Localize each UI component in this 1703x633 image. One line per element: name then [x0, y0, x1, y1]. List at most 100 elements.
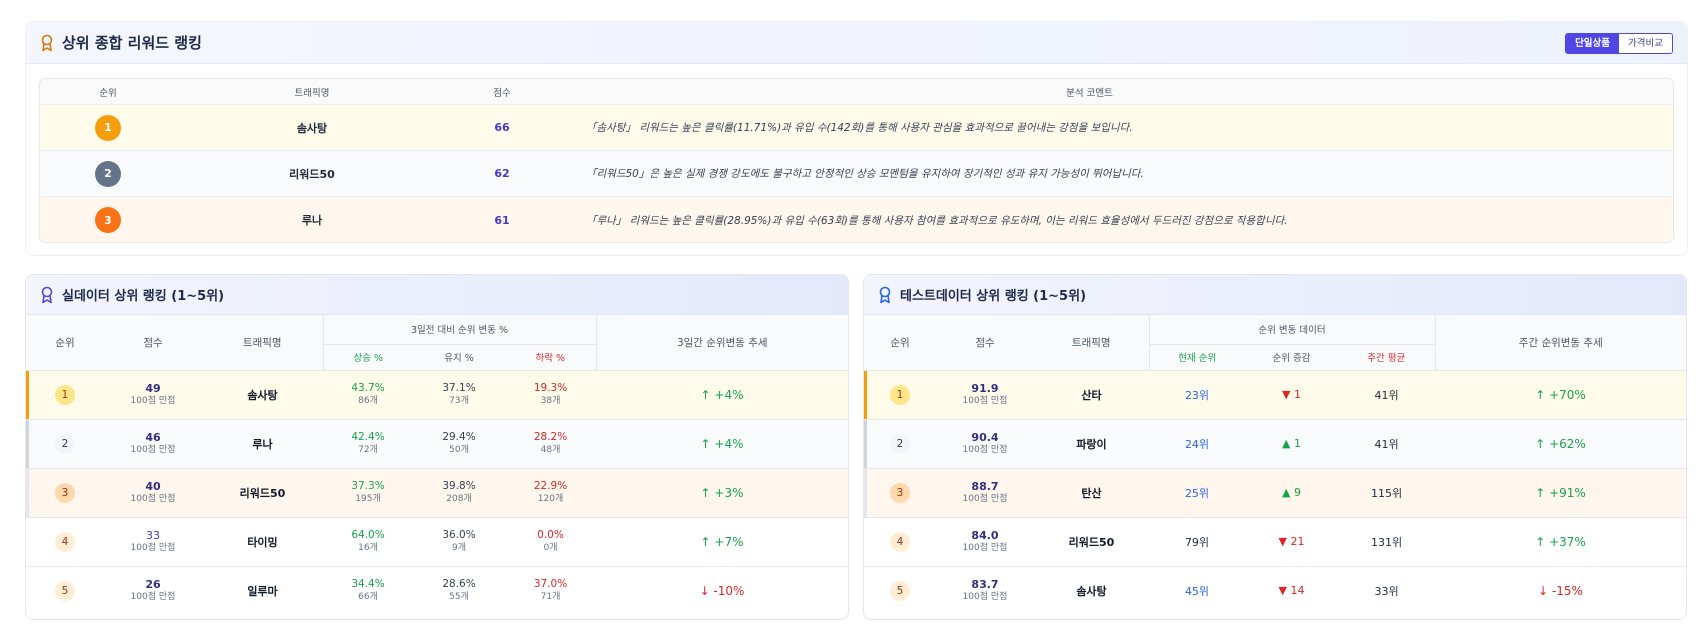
- table-row: 3 40 100점 만점 리워드50 37.3% 195개 39.8% 208개 22…: [26, 468, 848, 517]
- traffic-name: 솜사탕: [1076, 584, 1107, 598]
- table-row: 2 90.4 100점 만점 파랑이 24위 ▲ 1 41위 ↑ +62%: [864, 419, 1686, 468]
- score-sub: 100점 만점: [130, 396, 176, 406]
- keep-pct: 39.8%: [442, 480, 476, 492]
- score-value: 88.7: [971, 480, 999, 493]
- trend-value: ↓ -15%: [1538, 583, 1583, 598]
- header-trend: 3일간 순위변동 추세: [596, 315, 848, 370]
- keep-count: 208개: [446, 494, 472, 504]
- rank-badge: 3: [55, 482, 75, 503]
- score-sub: 100점 만점: [130, 543, 176, 553]
- real-data-table: 순위 점수 트래픽명 3일전 대비 순위 변동 % 3일간 순위변동 추세 상승…: [26, 315, 848, 615]
- header-score: 점수: [493, 87, 511, 99]
- toggle-price-compare-button[interactable]: 가격비교: [1619, 34, 1672, 53]
- score-value: 40: [145, 480, 161, 493]
- trend-value: ↑ +91%: [1535, 485, 1586, 500]
- keep-pct: 37.1%: [442, 382, 476, 394]
- table-row: 5 26 100점 만점 일루마 34.4% 66개 28.6% 55개 37.0% 7…: [26, 566, 848, 615]
- rank-badge: 3: [890, 482, 910, 503]
- header-down: 하락 %: [505, 344, 597, 370]
- up-count: 72개: [358, 445, 378, 455]
- traffic-name: 리워드50: [1068, 535, 1115, 549]
- up-pct: 42.4%: [351, 431, 385, 443]
- table-row: 1 91.9 100점 만점 산타 23위 ▼ 1 41위 ↑ +70%: [864, 370, 1686, 419]
- trend-value: ↑ +4%: [700, 436, 744, 451]
- rank-badge: 5: [55, 580, 75, 601]
- score-value: 26: [145, 578, 161, 592]
- header-name: 트래픽명: [1034, 315, 1149, 370]
- trend-value: ↑ +3%: [700, 485, 744, 500]
- rank-change: ▼ 21: [1278, 535, 1305, 548]
- header-rank: 순위: [864, 315, 936, 370]
- up-count: 86개: [358, 396, 378, 406]
- up-pct: 34.4%: [351, 578, 385, 591]
- weekly-avg: 41위: [1374, 437, 1399, 451]
- down-pct: 22.9%: [533, 480, 568, 492]
- top-ranking-row: 2 리워드50 62 「리워드50」은 높은 실제 경쟁 강도에도 불구하고 안…: [40, 151, 1673, 197]
- keep-pct: 28.6%: [442, 578, 476, 591]
- rank-change: ▲ 9: [1282, 486, 1301, 499]
- header-name: 트래픽명: [294, 87, 330, 99]
- score-sub: 100점 만점: [962, 543, 1008, 553]
- traffic-name: 산타: [1081, 388, 1102, 402]
- score-value: 90.4: [971, 431, 999, 444]
- score-value: 66: [494, 121, 510, 134]
- analysis-comment: 「루나」 리워드는 높은 클릭률(28.95%)과 유입 수(63회)를 통해 …: [586, 214, 1288, 227]
- traffic-name: 파랑이: [1076, 437, 1107, 451]
- panel-title: 테스트데이터 상위 랭킹 (1~5위): [900, 289, 1087, 304]
- header-comment: 분석 코멘트: [1066, 87, 1113, 99]
- top-ranking-row: 1 솜사탕 66 「솜사탕」 리워드는 높은 클릭률(11.71%)과 유입 수…: [40, 105, 1673, 151]
- traffic-name: 리워드50: [239, 486, 286, 500]
- current-rank: 25위: [1184, 486, 1210, 500]
- score-sub: 100점 만점: [130, 494, 176, 504]
- header-group-change: 3일전 대비 순위 변동 %: [322, 315, 597, 345]
- down-count: 71개: [540, 592, 561, 603]
- down-pct: 19.3%: [533, 382, 568, 394]
- score-value: 46: [145, 431, 161, 444]
- score-value: 33: [146, 529, 160, 542]
- table-row: 2 46 100점 만점 루나 42.4% 72개 29.4% 50개 28.2% 48…: [26, 419, 848, 468]
- rank-badge: 4: [55, 531, 75, 552]
- score-sub: 100점 만점: [962, 396, 1008, 406]
- view-toggle: 단일상품 가격비교: [1565, 33, 1673, 54]
- toggle-single-product-button[interactable]: 단일상품: [1566, 34, 1620, 53]
- top-ranking-row: 3 루나 61 「루나」 리워드는 높은 클릭률(28.95%)과 유입 수(6…: [40, 197, 1673, 242]
- top-ranking-table-header: 순위 트래픽명 점수 분석 코멘트: [40, 79, 1673, 105]
- down-count: 0개: [543, 543, 558, 553]
- table-row: 5 83.7 100점 만점 솜사탕 45위 ▼ 14 33위 ↓ -15%: [864, 566, 1686, 615]
- header-group-rank-data: 순위 변동 데이터: [1148, 315, 1436, 345]
- trend-value: ↑ +62%: [1535, 436, 1586, 451]
- header-rank: 순위: [99, 87, 117, 99]
- keep-count: 73개: [449, 396, 469, 406]
- score-value: 62: [494, 167, 510, 180]
- header-name: 트래픽명: [202, 315, 323, 370]
- rank-badge: 4: [890, 531, 910, 552]
- weekly-avg: 33위: [1374, 584, 1399, 598]
- up-pct: 64.0%: [351, 529, 385, 541]
- table-row: 4 84.0 100점 만점 리워드50 79위 ▼ 21 131위 ↑ +37%: [864, 517, 1686, 566]
- header-current-rank: 현재 순위: [1148, 344, 1245, 370]
- traffic-name: 일루마: [247, 584, 278, 598]
- up-count: 16개: [358, 543, 378, 553]
- traffic-name: 루나: [301, 214, 323, 227]
- traffic-name: 솜사탕: [247, 388, 278, 402]
- up-count: 195개: [355, 494, 381, 504]
- current-rank: 45위: [1184, 584, 1210, 598]
- score-sub: 100점 만점: [962, 494, 1008, 504]
- score-sub: 100점 만점: [962, 445, 1008, 455]
- top-ranking-header: 상위 종합 리워드 랭킹 단일상품 가격비교: [26, 22, 1687, 64]
- rank-badge: 1: [890, 384, 910, 405]
- panel-title: 실데이터 상위 랭킹 (1~5위): [62, 289, 225, 304]
- down-pct: 37.0%: [533, 578, 568, 591]
- header-trend: 주간 순위변동 추세: [1435, 315, 1686, 370]
- rank-badge: 2: [55, 433, 75, 454]
- down-count: 120개: [537, 494, 564, 504]
- keep-count: 55개: [449, 592, 469, 603]
- page-title: 상위 종합 리워드 랭킹: [62, 34, 202, 52]
- rank-change: ▼ 14: [1278, 584, 1305, 598]
- table-row: 4 33 100점 만점 타이밍 64.0% 16개 36.0% 9개 0.0% 0개 …: [26, 517, 848, 566]
- top-ranking-table: 순위 트래픽명 점수 분석 코멘트 1 솜사탕 66 「솜사탕」 리워드는 높은…: [39, 78, 1674, 243]
- award-icon: [879, 286, 891, 303]
- score-value: 61: [494, 213, 510, 227]
- traffic-name: 탄산: [1081, 486, 1102, 500]
- score-value: 91.9: [971, 382, 999, 395]
